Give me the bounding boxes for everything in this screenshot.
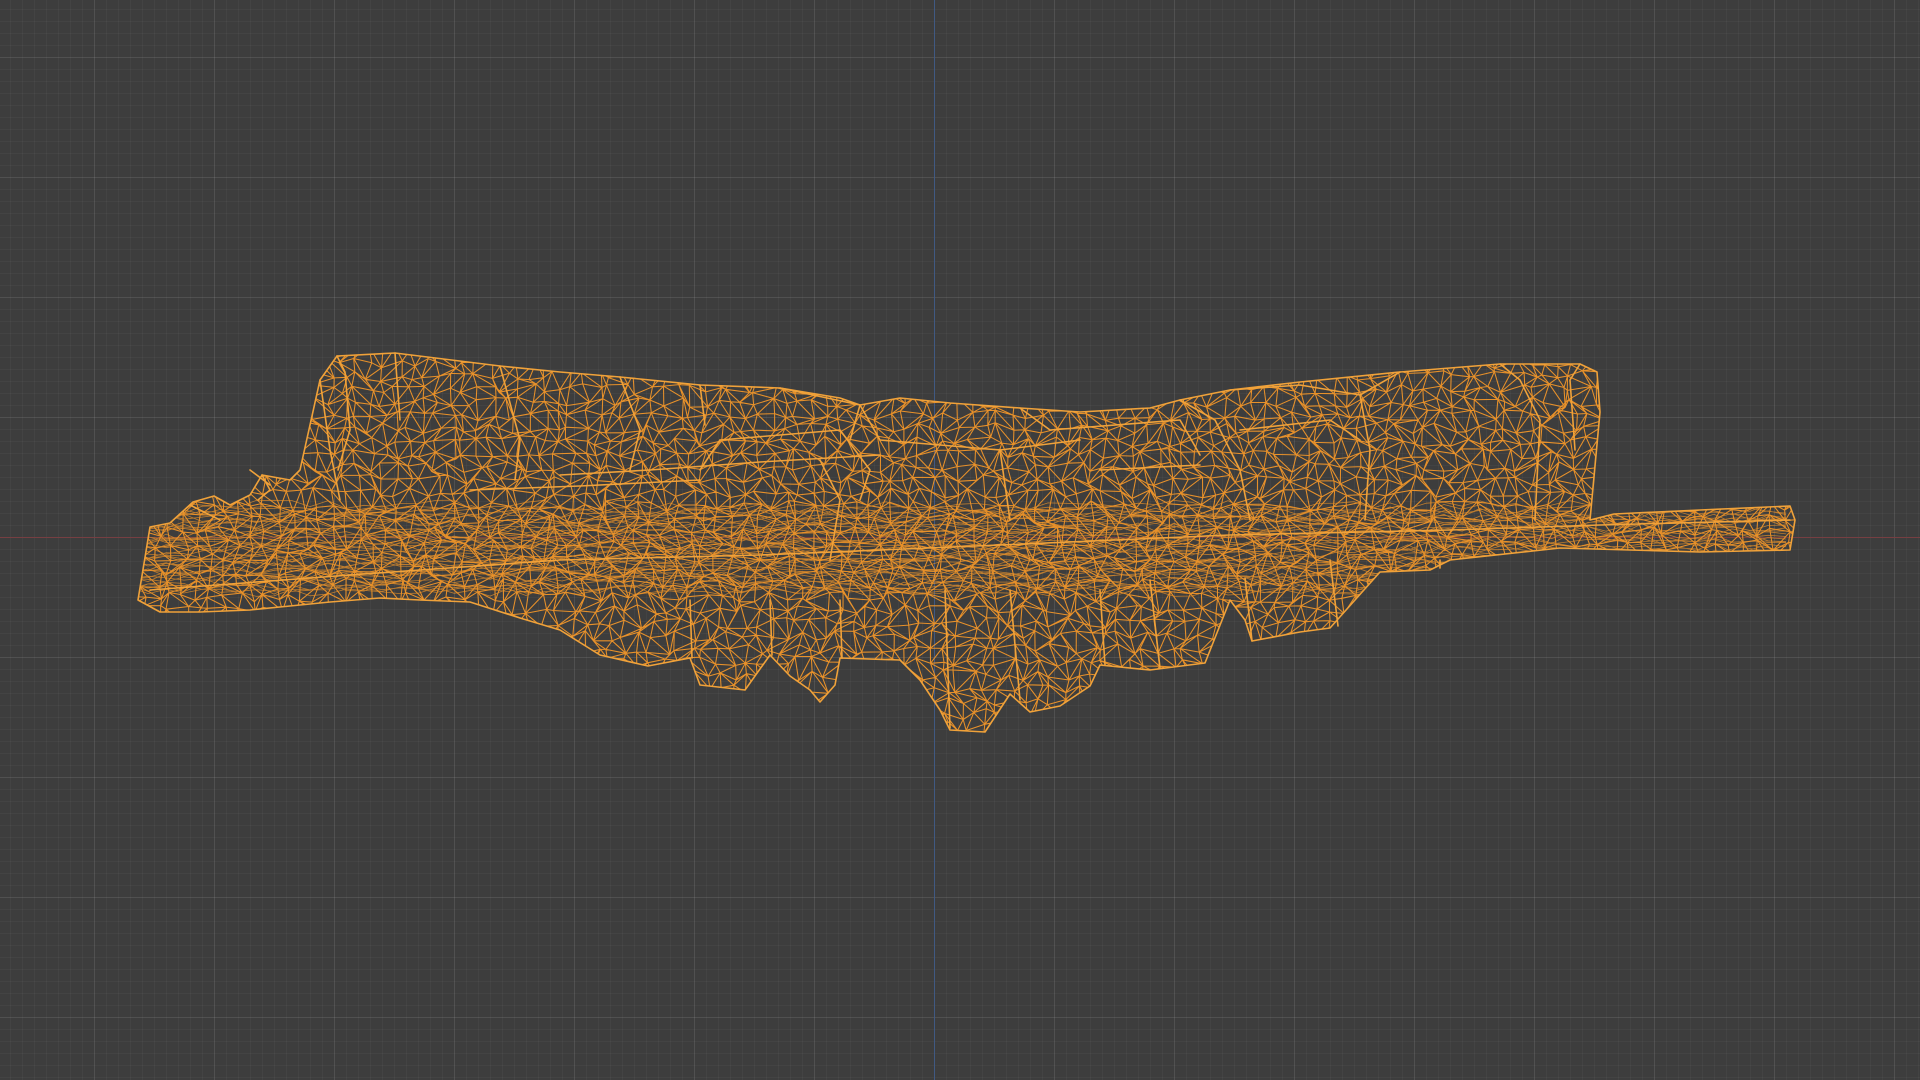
wireframe-mesh-object[interactable] xyxy=(0,0,1920,1080)
3d-viewport[interactable] xyxy=(0,0,1920,1080)
